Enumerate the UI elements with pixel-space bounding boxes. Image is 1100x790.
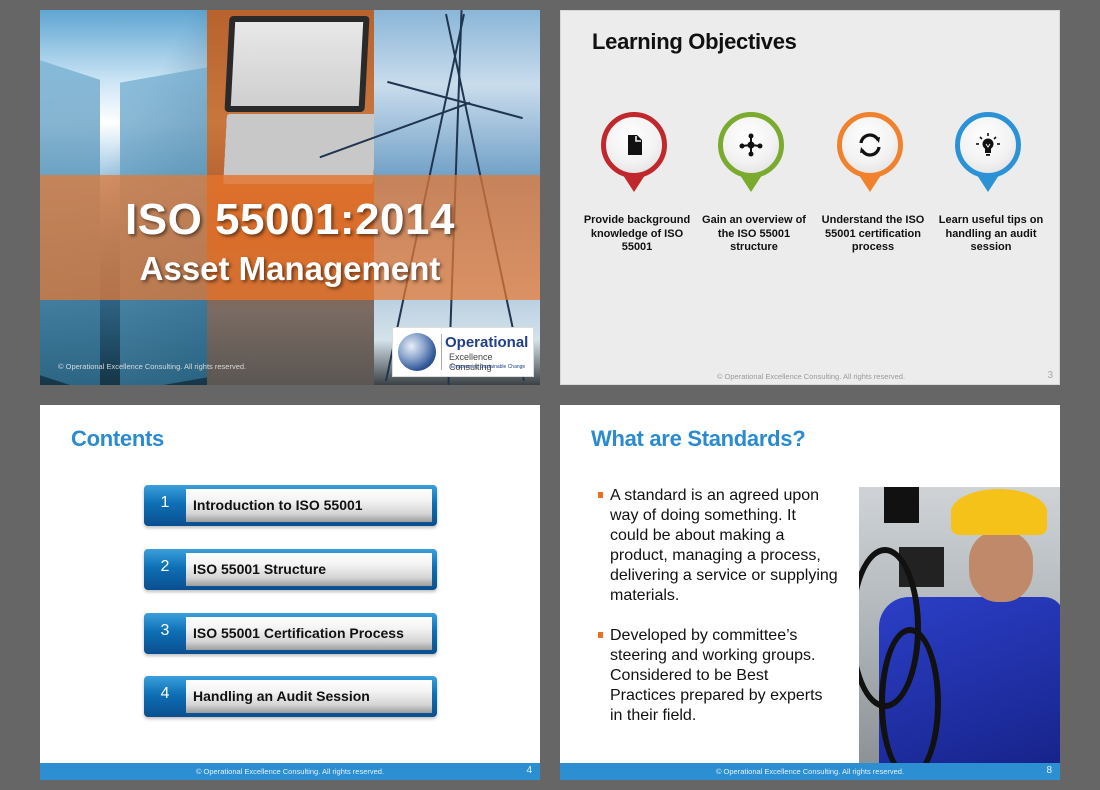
slide-thumbnail-what-are-standards[interactable]: What are Standards? A standard is an agr…	[560, 405, 1060, 780]
toc-number: 3	[160, 622, 170, 639]
bullet-marker-icon	[598, 632, 603, 638]
bullet-item: Developed by committee’s steering and wo…	[598, 626, 838, 726]
slide-title: Contents	[71, 426, 164, 451]
toc-number: 1	[160, 494, 170, 511]
logo-main-text: Operational	[445, 334, 529, 351]
toc-number: 4	[160, 685, 170, 702]
objective-pin-refresh	[837, 112, 903, 194]
copyright-text: © Operational Excellence Consulting. All…	[195, 767, 385, 776]
toc-item-3[interactable]: 3 ISO 55001 Certification Process	[144, 613, 437, 654]
slide-thumbnail-learning-objectives[interactable]: Learning Objectives Provide background k…	[560, 10, 1060, 385]
toc-label: Introduction to ISO 55001	[193, 497, 363, 513]
page-number: 8	[1046, 765, 1052, 776]
page-number: 3	[1047, 370, 1053, 381]
objective-text: Learn useful tips on handling an audit s…	[938, 214, 1044, 253]
slide-title: Learning Objectives	[592, 29, 797, 54]
toc-item-4[interactable]: 4 Handling an Audit Session	[144, 676, 437, 717]
slide-footer: © Operational Excellence Consulting. All…	[560, 763, 1060, 780]
presentation-subtitle: Asset Management	[139, 250, 441, 287]
toc-label: ISO 55001 Certification Process	[193, 625, 404, 641]
bullet-item: A standard is an agreed upon way of doin…	[598, 486, 838, 606]
globe-icon	[398, 333, 436, 371]
toc-number: 2	[160, 558, 170, 575]
network-icon	[739, 133, 763, 157]
toc-label: Handling an Audit Session	[193, 688, 370, 704]
copyright-text: © Operational Excellence Consulting. All…	[58, 362, 247, 371]
copyright-text: © Operational Excellence Consulting. All…	[715, 767, 905, 776]
objective-pin-lightbulb	[955, 112, 1021, 194]
objective-pin-network	[718, 112, 784, 194]
slide-title: What are Standards?	[591, 426, 806, 451]
lightbulb-icon	[976, 133, 1000, 156]
objective-text: Understand the ISO 55001 certification p…	[821, 214, 925, 253]
slide-thumbnail-title[interactable]: ISO 55001:2014 Asset Management © Operat…	[40, 10, 540, 385]
toc-item-2[interactable]: 2 ISO 55001 Structure	[144, 549, 437, 590]
presentation-title: ISO 55001:2014	[125, 195, 455, 244]
document-icon	[628, 135, 642, 155]
bullet-marker-icon	[598, 492, 603, 498]
page-number: 4	[526, 765, 532, 776]
objective-pin-document	[601, 112, 667, 194]
photo-engineer-hardhat	[859, 487, 1060, 763]
slide-thumbnail-contents[interactable]: Contents 1 Introduction to ISO 55001 2 I…	[40, 405, 540, 780]
copyright-text: © Operational Excellence Consulting. All…	[716, 372, 906, 381]
objective-text: Gain an overview of the ISO 55001 struct…	[702, 214, 806, 253]
refresh-icon	[859, 133, 881, 157]
toc-label: ISO 55001 Structure	[193, 561, 327, 577]
bullet-list: A standard is an agreed upon way of doin…	[598, 486, 838, 746]
slide-footer: © Operational Excellence Consulting. All…	[40, 763, 540, 780]
toc-item-1[interactable]: 1 Introduction to ISO 55001	[144, 485, 437, 526]
objective-text: Provide background knowledge of ISO 5500…	[583, 214, 691, 253]
logo-tagline: Empowering Sustainable Change	[451, 364, 526, 370]
company-logo: Operational Excellence Consulting Empowe…	[392, 327, 534, 377]
